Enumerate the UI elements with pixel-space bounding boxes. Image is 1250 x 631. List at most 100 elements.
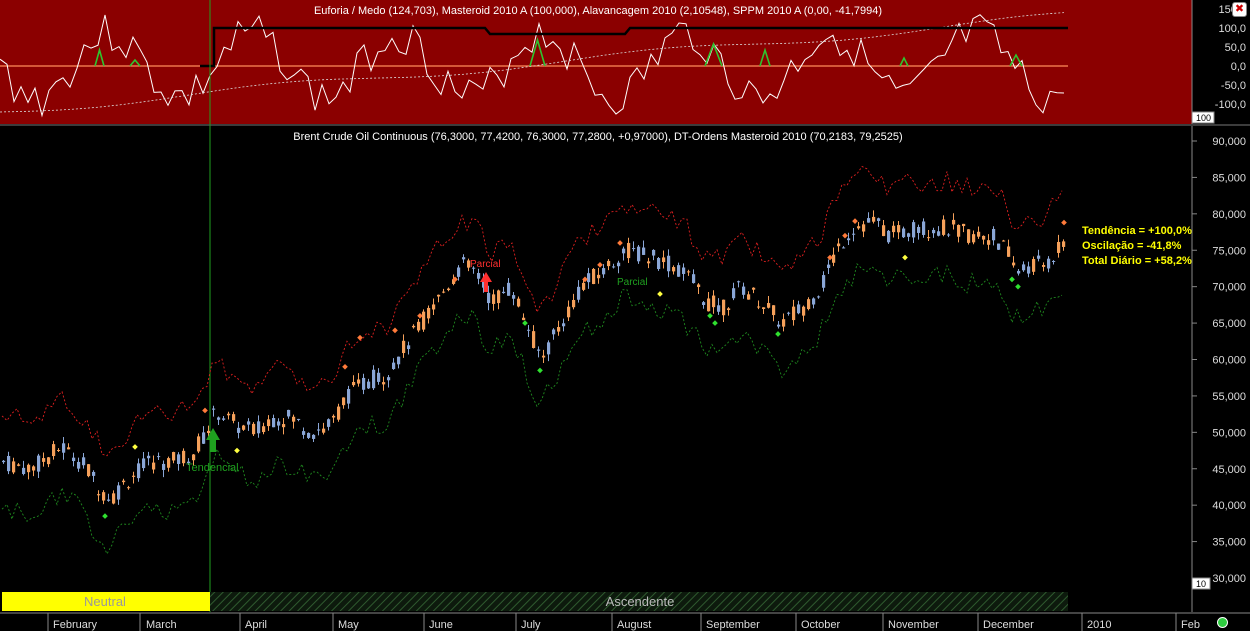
candle-body [687, 271, 691, 273]
candle-body [707, 298, 711, 312]
candle-body [987, 240, 991, 245]
signal-marker [712, 320, 718, 326]
candle-body [1017, 270, 1021, 274]
signal-marker [842, 232, 848, 239]
candle-body [912, 222, 916, 238]
signal-marker [342, 363, 348, 370]
candle-body [402, 340, 406, 354]
candle-body [67, 447, 71, 450]
candle-body [127, 487, 131, 489]
candle-body [947, 234, 951, 236]
price-y-axis: 90,000 85,000 80,000 75,000 70,000 65,000 60,0… [1191, 126, 1246, 612]
oscilacao-stat: Oscilação = -41,8% [1082, 240, 1182, 252]
candle-body [272, 418, 276, 428]
candle-body [847, 238, 851, 241]
price-tick: 45,000 [1212, 464, 1246, 476]
candle-body [587, 273, 591, 283]
candle-body [607, 260, 611, 267]
candle-body [442, 291, 446, 293]
upper-band-line [1, 165, 1063, 457]
signal-marker [537, 367, 543, 374]
candle-body [767, 303, 771, 308]
signal-marker [132, 444, 138, 450]
candle-body [207, 430, 211, 434]
candle-body [582, 282, 586, 290]
candle-body [477, 272, 481, 279]
price-tick: 30,000 [1212, 573, 1246, 585]
candle-body [777, 324, 781, 327]
month-label: March [146, 619, 177, 631]
lower-band-line [1, 263, 1063, 555]
candle-body [522, 317, 526, 321]
total-diario-stat: Total Diário = +58,2% [1082, 255, 1192, 267]
parcial-label-red: Parcial [470, 259, 501, 270]
candle-body [727, 308, 731, 311]
candle-body [407, 345, 411, 350]
candle-body [902, 228, 906, 238]
candle-body [47, 457, 51, 465]
candle-body [212, 408, 216, 410]
candle-body [817, 296, 821, 298]
candle-body [757, 306, 761, 308]
candle-body [722, 299, 726, 316]
candle-body [497, 290, 501, 304]
candle-body [667, 255, 671, 272]
candle-body [422, 311, 426, 330]
signal-marker [1015, 283, 1021, 290]
candle-body [802, 306, 806, 316]
month-label: June [429, 619, 453, 631]
candle-body [87, 464, 91, 477]
price-tick: 50,000 [1212, 427, 1246, 439]
chart-canvas: Euforia / Medo (124,703), Masteroid 2010… [0, 0, 1250, 631]
ind-tick: -50,0 [1221, 80, 1246, 92]
candle-body [677, 265, 681, 277]
indicator-y-axis: 150,0 100,0 50,0 0,0 -50,0 -100,0 100 [1191, 0, 1250, 124]
month-label: April [245, 619, 267, 631]
candle-body [922, 221, 926, 235]
candle-body [347, 389, 351, 404]
status-indicator-icon[interactable] [1217, 617, 1228, 628]
candle-body [567, 306, 571, 318]
month-label: December [983, 619, 1034, 631]
candle-body [412, 325, 416, 328]
candle-body [52, 444, 56, 457]
price-tick: 80,000 [1212, 209, 1246, 221]
candle-body [107, 499, 111, 501]
candle-body [282, 424, 286, 428]
candle-body [807, 299, 811, 310]
signal-marker [902, 254, 908, 261]
indicator-title: Euforia / Medo (124,703), Masteroid 2010… [314, 5, 882, 17]
candle-body [612, 266, 616, 268]
candle-body [1032, 259, 1036, 272]
signal-marker [234, 447, 240, 454]
candle-body [327, 419, 331, 427]
close-button[interactable]: ✖ [1232, 2, 1247, 17]
candle-body [742, 286, 746, 295]
candle-body [222, 418, 226, 420]
candle-body [647, 261, 651, 264]
signal-marker [1061, 219, 1067, 226]
candle-body [602, 268, 606, 275]
candle-body [22, 467, 26, 474]
candle-body [277, 421, 281, 426]
month-label: October [801, 619, 840, 631]
candle-body [837, 243, 841, 247]
candle-body [712, 295, 716, 308]
candle-body [302, 431, 306, 435]
candle-body [977, 231, 981, 237]
candle-body [122, 480, 126, 483]
candlestick-series [2, 210, 1066, 505]
signal-marker [617, 240, 623, 246]
candle-body [957, 224, 961, 237]
candle-body [872, 216, 876, 222]
candle-body [7, 455, 11, 472]
candle-body [232, 414, 236, 421]
candle-body [577, 286, 581, 300]
candle-body [62, 443, 66, 453]
candle-body [1012, 262, 1016, 266]
month-label: September [706, 619, 760, 631]
x-axis: February March April May June July Augus… [0, 612, 1250, 631]
candle-body [157, 456, 161, 458]
candle-body [507, 282, 511, 296]
candle-body [287, 409, 291, 417]
